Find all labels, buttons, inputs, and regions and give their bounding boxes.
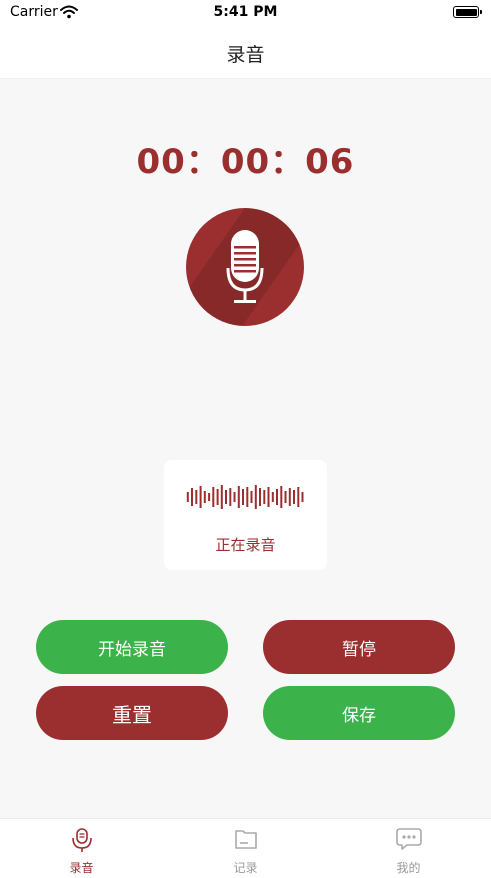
waveform-bar xyxy=(199,486,202,508)
waveform-bar xyxy=(271,492,274,502)
chat-bubble-icon xyxy=(327,827,490,855)
waveform-bar xyxy=(254,485,257,509)
waveform-icon xyxy=(186,485,304,509)
navigation-bar: 录音 xyxy=(0,26,491,79)
tab-record[interactable]: 录音 xyxy=(0,819,163,878)
waveform-bar xyxy=(284,491,287,503)
waveform-bar xyxy=(220,485,223,509)
tab-history[interactable]: 记录 xyxy=(164,819,327,878)
waveform-bar xyxy=(208,493,211,501)
recording-status-card: 正在录音 xyxy=(164,460,327,570)
folder-icon xyxy=(164,827,327,855)
waveform-bar xyxy=(297,487,300,507)
status-time: 5:41 PM xyxy=(213,4,278,20)
reset-button[interactable]: 重置 xyxy=(36,686,228,740)
waveform-bar xyxy=(259,488,261,506)
waveform-bar xyxy=(276,489,278,505)
waveform-bar xyxy=(229,488,232,506)
battery-icon xyxy=(453,6,482,18)
waveform-bar xyxy=(233,492,236,502)
waveform-bar xyxy=(293,490,295,504)
waveform-bar xyxy=(225,490,227,504)
microphone-button[interactable] xyxy=(186,208,304,326)
waveform-bar xyxy=(195,490,198,504)
waveform-bar xyxy=(250,491,253,503)
save-button[interactable]: 保存 xyxy=(263,686,455,740)
microphone-icon xyxy=(226,230,264,303)
status-bar: Carrier 5:41 PM xyxy=(0,0,491,26)
waveform-bar xyxy=(212,487,215,507)
waveform-bar xyxy=(280,486,283,508)
waveform-bar xyxy=(288,488,291,506)
waveform-bar xyxy=(203,491,206,503)
waveform-bar xyxy=(216,489,219,505)
waveform-bar xyxy=(267,487,270,507)
recording-screen: Carrier 5:41 PM 录音 00：00：06 正在录音 开始录音 暂停… xyxy=(0,0,491,878)
waveform-bar xyxy=(237,486,240,508)
waveform-bar xyxy=(191,488,193,506)
start-recording-button[interactable]: 开始录音 xyxy=(36,620,228,674)
mic-tab-icon xyxy=(0,827,163,857)
waveform-bar xyxy=(242,489,244,505)
page-title: 录音 xyxy=(226,44,265,66)
tab-mine[interactable]: 我的 xyxy=(327,819,490,878)
waveform-bar xyxy=(301,492,304,502)
waveform-bar xyxy=(246,487,249,507)
waveform-bar xyxy=(186,492,189,502)
waveform-bar xyxy=(263,490,266,504)
recording-timer: 00：00：06 xyxy=(136,142,355,182)
tab-bar: 录音 记录 我的 xyxy=(0,818,491,878)
tab-label-mine: 我的 xyxy=(396,861,421,875)
tab-label-record: 录音 xyxy=(69,861,94,875)
pause-button[interactable]: 暂停 xyxy=(263,620,455,674)
tab-label-history: 记录 xyxy=(233,861,258,875)
recording-status-label: 正在录音 xyxy=(215,536,276,554)
